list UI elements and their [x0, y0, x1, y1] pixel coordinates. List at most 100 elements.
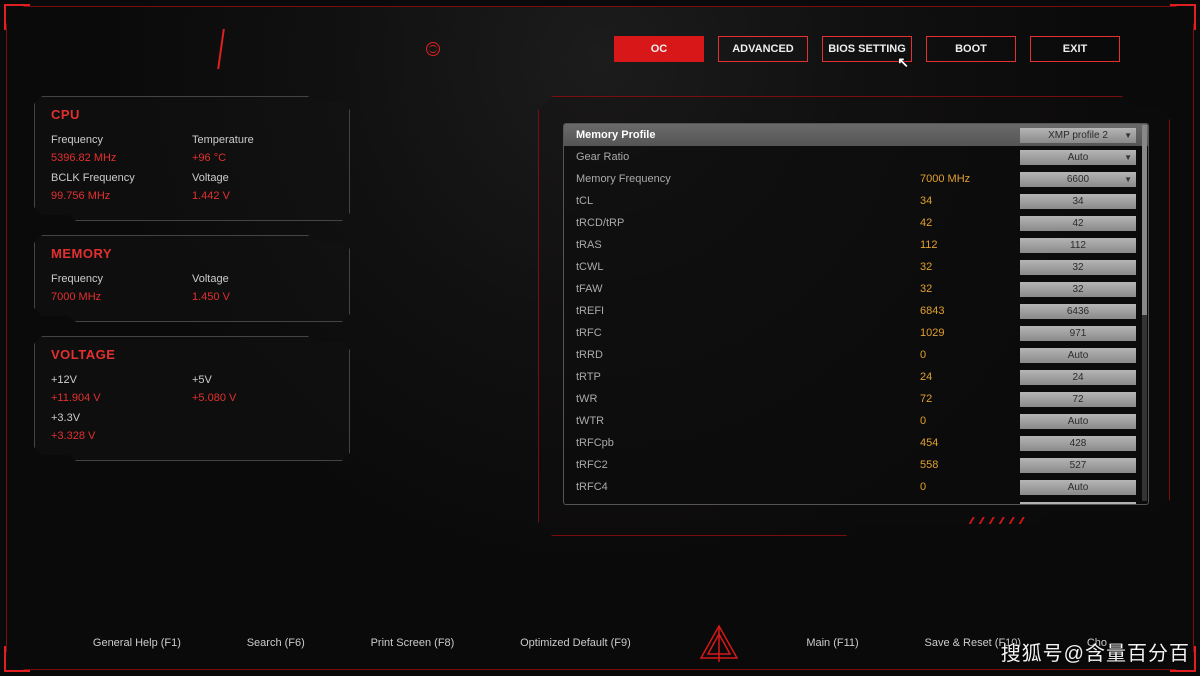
stat-label: Frequency [51, 273, 192, 285]
cpu-card-title: CPU [51, 107, 333, 122]
setting-current: 32 [920, 261, 1020, 273]
setting-input[interactable]: XMP profile 2 [1020, 128, 1136, 143]
setting-row-memory-frequency[interactable]: Memory Frequency7000 MHz6600 [564, 168, 1148, 190]
setting-row-trfc[interactable]: tRFC1029971 [564, 322, 1148, 344]
memory-card: MEMORY Frequency 7000 MHzVoltage 1.450 V [34, 235, 350, 322]
setting-row-tcwl[interactable]: tCWL3232 [564, 256, 1148, 278]
setting-row-trrd[interactable]: tRRD0Auto [564, 344, 1148, 366]
setting-input[interactable]: 24 [1020, 370, 1136, 385]
setting-input[interactable]: 6600 [1020, 172, 1136, 187]
stat-label: Voltage [192, 273, 333, 285]
cpu-card: CPUFrequency5396.82 MHzTemperature+96 °C… [34, 96, 350, 221]
cursor-icon: ↖ [897, 54, 909, 71]
setting-input[interactable]: Auto [1020, 150, 1136, 165]
stat-label: BCLK Frequency [51, 172, 192, 184]
setting-row-tcl[interactable]: tCL3434 [564, 190, 1148, 212]
setting-name: tRFC4 [576, 481, 920, 493]
setting-name: tWTR [576, 415, 920, 427]
setting-name: tRRD_L [576, 503, 920, 504]
stat-value: 7000 MHz [51, 291, 192, 303]
setting-current: 1029 [920, 327, 1020, 339]
tab-oc[interactable]: OC [614, 36, 704, 62]
setting-current: 112 [920, 239, 1020, 251]
setting-input[interactable]: 32 [1020, 282, 1136, 297]
setting-current: 34 [920, 195, 1020, 207]
setting-row-memory-profile[interactable]: Memory Profile XMP profile 2 [564, 124, 1148, 146]
stat-label: +5V [192, 374, 333, 386]
footer-action[interactable]: Optimized Default (F9) [520, 637, 631, 649]
stat-value: +3.328 V [51, 430, 192, 442]
setting-row-trtp[interactable]: tRTP2424 [564, 366, 1148, 388]
footer-action[interactable]: Search (F6) [247, 637, 305, 649]
footer-action[interactable]: General Help (F1) [93, 637, 181, 649]
setting-current: 0 [920, 415, 1020, 427]
setting-input[interactable]: Auto [1020, 414, 1136, 429]
tab-advanced[interactable]: ADVANCED [718, 36, 808, 62]
setting-current: 72 [920, 393, 1020, 405]
setting-name: tRCD/tRP [576, 217, 920, 229]
setting-current: 24 [920, 371, 1020, 383]
setting-input[interactable]: Auto [1020, 348, 1136, 363]
setting-name: tWR [576, 393, 920, 405]
stat-label: Voltage [192, 172, 333, 184]
setting-name: Gear Ratio [576, 151, 920, 163]
setting-input[interactable]: 42 [1020, 216, 1136, 231]
footer-action[interactable]: Print Screen (F8) [371, 637, 455, 649]
settings-panel: Memory Profile XMP profile 2 Gear Ratio Aut… [538, 96, 1170, 536]
setting-input[interactable]: 112 [1020, 238, 1136, 253]
setting-name: tFAW [576, 283, 920, 295]
setting-name: tCWL [576, 261, 920, 273]
stat-value: +11.904 V [51, 392, 192, 404]
setting-input[interactable]: 527 [1020, 458, 1136, 473]
setting-input[interactable]: 72 [1020, 392, 1136, 407]
stat-value: 5396.82 MHz [51, 152, 192, 164]
tab-boot[interactable]: BOOT [926, 36, 1016, 62]
tab-exit[interactable]: EXIT [1030, 36, 1120, 62]
stat-label: Temperature [192, 134, 333, 146]
setting-current: 7000 MHz [920, 173, 1020, 185]
setting-current: 558 [920, 459, 1020, 471]
setting-name: tRFC2 [576, 459, 920, 471]
memory-card-title: MEMORY [51, 246, 333, 261]
setting-input[interactable]: 428 [1020, 436, 1136, 451]
setting-row-gear-ratio[interactable]: Gear Ratio Auto [564, 146, 1148, 168]
setting-row-twtr[interactable]: tWTR0Auto [564, 410, 1148, 432]
stat-value: +5.080 V [192, 392, 333, 404]
stat-value: 99.756 MHz [51, 190, 192, 202]
setting-input[interactable]: 32 [1020, 260, 1136, 275]
setting-name: tRFC [576, 327, 920, 339]
setting-input[interactable]: 17 [1020, 502, 1136, 505]
setting-input[interactable]: 971 [1020, 326, 1136, 341]
setting-row-twr[interactable]: tWR7272 [564, 388, 1148, 410]
footer-action[interactable]: Main (F11) [806, 637, 858, 649]
setting-current: 454 [920, 437, 1020, 449]
setting-row-tras[interactable]: tRAS112112 [564, 234, 1148, 256]
setting-name: Memory Frequency [576, 173, 920, 185]
tab-bios-setting[interactable]: BIOS SETTING↖ [822, 36, 912, 62]
setting-name: Memory Profile [576, 129, 920, 141]
setting-input[interactable]: 6436 [1020, 304, 1136, 319]
setting-row-trrd_l[interactable]: tRRD_L1817 [564, 498, 1148, 504]
setting-name: tCL [576, 195, 920, 207]
setting-name: tRFCpb [576, 437, 920, 449]
setting-current: 0 [920, 481, 1020, 493]
setting-current: 32 [920, 283, 1020, 295]
setting-row-trfcpb[interactable]: tRFCpb454428 [564, 432, 1148, 454]
setting-input[interactable]: Auto [1020, 480, 1136, 495]
setting-input[interactable]: 34 [1020, 194, 1136, 209]
footer-logo [697, 624, 741, 662]
setting-name: tRTP [576, 371, 920, 383]
setting-row-trfc4[interactable]: tRFC40Auto [564, 476, 1148, 498]
setting-row-trefi[interactable]: tREFI68436436 [564, 300, 1148, 322]
setting-current: 6843 [920, 305, 1020, 317]
stat-value: +96 °C [192, 152, 333, 164]
stat-value: 1.450 V [192, 291, 333, 303]
scrollbar[interactable] [1142, 125, 1147, 501]
globe-icon [426, 42, 440, 56]
setting-row-tfaw[interactable]: tFAW3232 [564, 278, 1148, 300]
stat-value: 1.442 V [192, 190, 333, 202]
stat-label: +3.3V [51, 412, 192, 424]
setting-row-trcd-trp[interactable]: tRCD/tRP4242 [564, 212, 1148, 234]
setting-row-trfc2[interactable]: tRFC2558527 [564, 454, 1148, 476]
setting-name: tREFI [576, 305, 920, 317]
